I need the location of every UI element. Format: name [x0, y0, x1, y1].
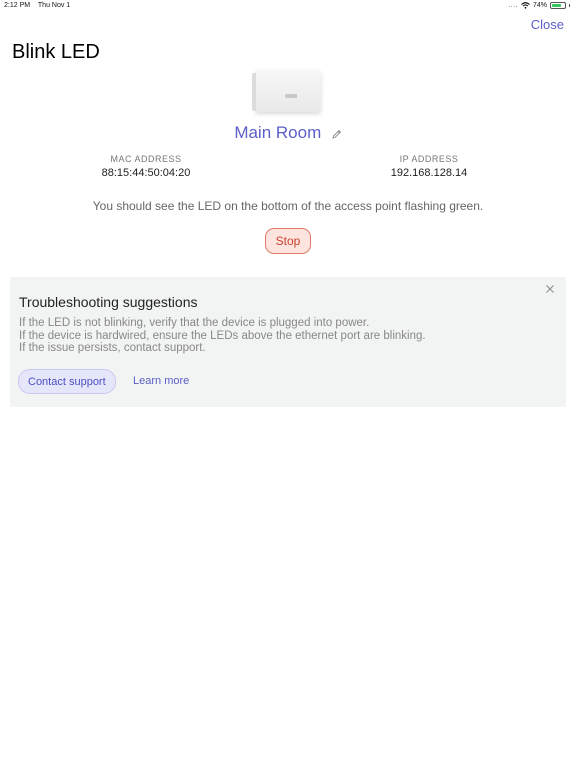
learn-more-link[interactable]: Learn more [133, 375, 189, 387]
battery-icon [550, 2, 566, 9]
status-left: 2:12 PM Thu Nov 1 [4, 2, 76, 9]
troubleshooting-line: If the issue persists, contact support. [19, 342, 206, 354]
edit-pencil-icon[interactable] [331, 129, 342, 140]
battery-tip [569, 4, 570, 7]
led-instruction-text: You should see the LED on the bottom of … [92, 199, 484, 213]
status-right: .... 74% [508, 2, 570, 9]
contact-support-button[interactable]: Contact support [18, 369, 116, 394]
device-name: Main Room [234, 123, 322, 142]
troubleshooting-title: Troubleshooting suggestions [19, 294, 198, 310]
status-date: Thu Nov 1 [37, 2, 71, 9]
battery-percent: 74% [532, 2, 547, 9]
device-logo [285, 94, 297, 98]
ip-address-label: IP ADDRESS [399, 154, 459, 164]
troubleshooting-card: Troubleshooting suggestions If the LED i… [10, 277, 566, 407]
signal-dots: .... [508, 2, 518, 9]
page-title: Blink LED [12, 41, 100, 63]
mac-address-label: MAC ADDRESS [110, 154, 182, 164]
mac-address-block: MAC ADDRESS 88:15:44:50:04:20 [86, 154, 206, 179]
device-name-row: Main Room [0, 123, 576, 143]
battery-fill [552, 4, 561, 7]
troubleshooting-line: If the LED is not blinking, verify that … [19, 317, 370, 329]
status-time: 2:12 PM [4, 2, 31, 9]
wifi-icon [521, 2, 530, 9]
stop-button[interactable]: Stop [265, 228, 311, 254]
mac-address-value: 88:15:44:50:04:20 [101, 167, 191, 179]
troubleshooting-lines: If the LED is not blinking, verify that … [19, 317, 426, 355]
troubleshooting-line: If the device is hardwired, ensure the L… [19, 329, 426, 342]
status-bar: 2:12 PM Thu Nov 1 .... 74% [0, 0, 576, 12]
ip-address-block: IP ADDRESS 192.168.128.14 [369, 154, 489, 179]
close-x-icon[interactable] [544, 283, 556, 295]
close-button[interactable]: Close [531, 17, 564, 32]
access-point-image [252, 70, 321, 112]
ip-address-value: 192.168.128.14 [390, 167, 468, 179]
